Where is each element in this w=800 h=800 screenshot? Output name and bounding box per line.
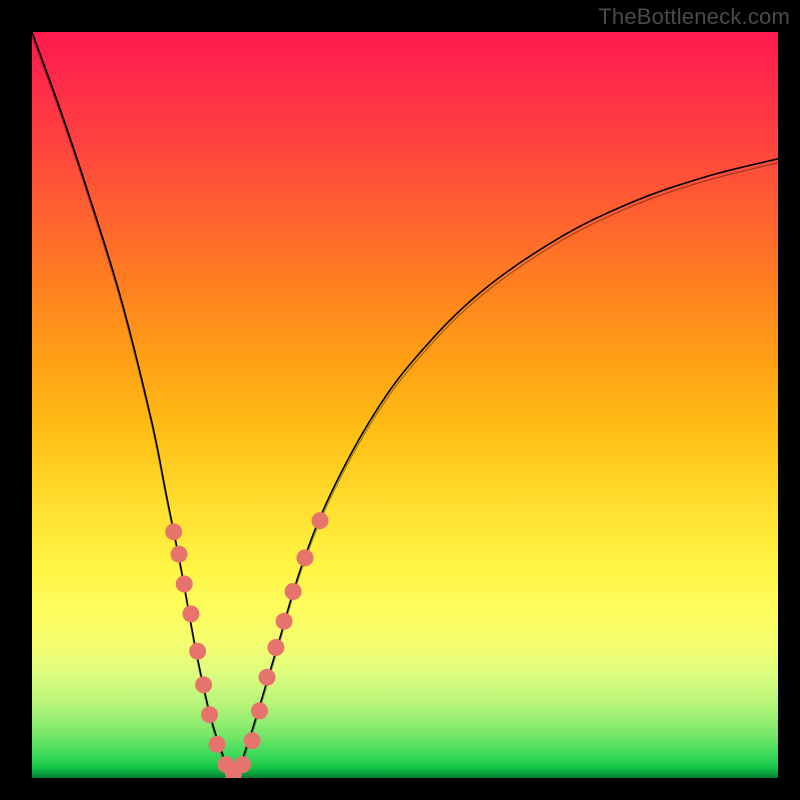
data-point-marker (209, 736, 226, 753)
watermark-text: TheBottleneck.com (598, 4, 790, 30)
data-point-marker (234, 756, 251, 773)
data-point-marker (259, 669, 276, 686)
data-point-marker (312, 512, 329, 529)
data-point-marker (251, 702, 268, 719)
data-point-marker (218, 756, 235, 773)
data-point-marker (171, 546, 188, 563)
data-point-marker (244, 732, 261, 749)
data-point-marker (267, 639, 284, 656)
bottleneck-curve-shadow (32, 36, 778, 777)
sample-markers-group (165, 512, 328, 778)
data-point-marker (176, 576, 193, 593)
bottleneck-curve (32, 32, 778, 778)
data-point-marker (182, 605, 199, 622)
data-point-marker (201, 706, 218, 723)
data-point-marker (165, 523, 182, 540)
data-point-marker (225, 765, 242, 778)
data-point-marker (297, 549, 314, 566)
chart-svg (32, 32, 778, 778)
data-point-marker (189, 643, 206, 660)
data-point-marker (195, 676, 212, 693)
chart-plot-area (32, 32, 778, 778)
data-point-marker (285, 583, 302, 600)
data-point-marker (276, 613, 293, 630)
